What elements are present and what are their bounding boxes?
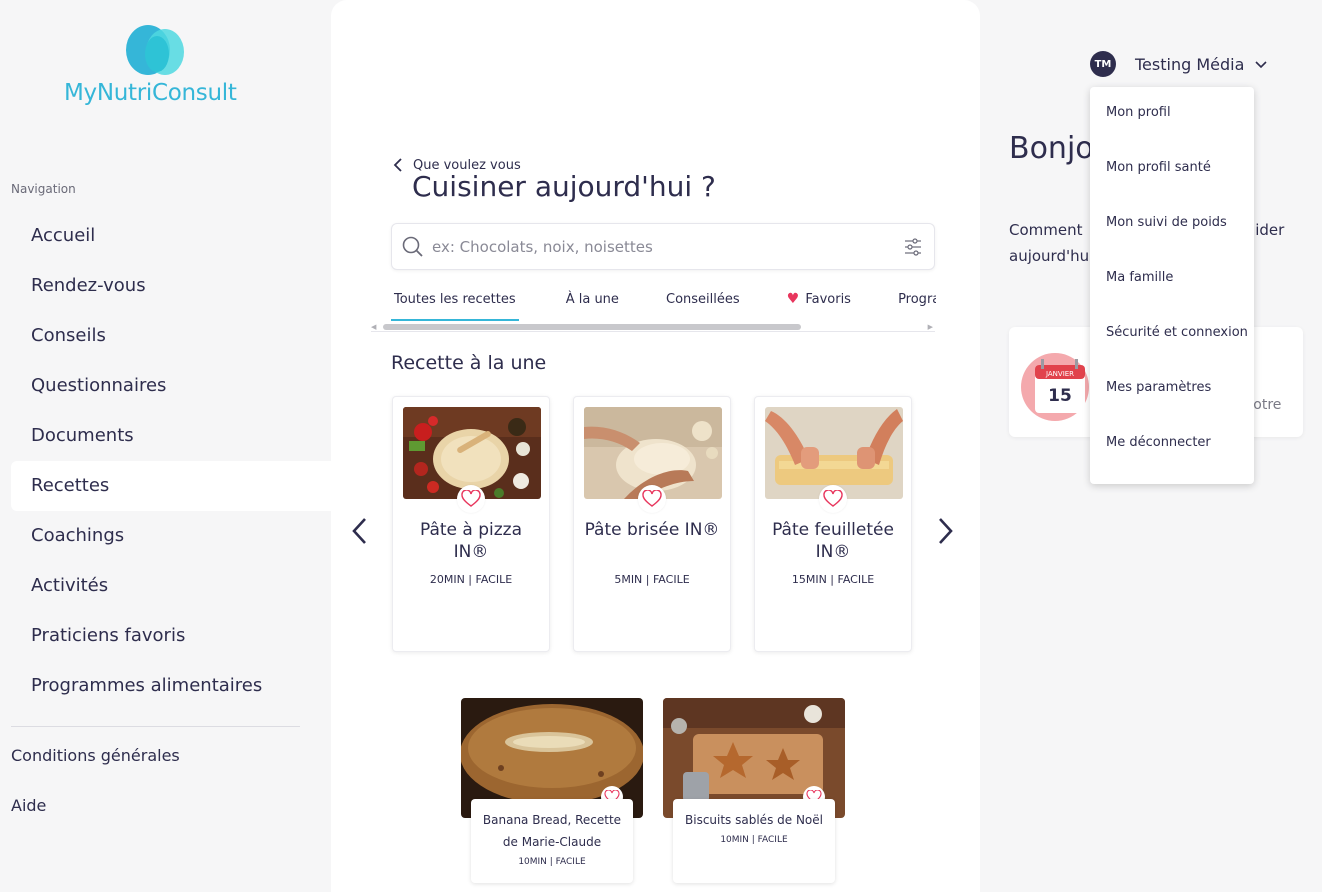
nav-heading: Navigation [11,182,76,196]
sidebar-item-rendez-vous[interactable]: Rendez-vous [11,261,331,311]
scroll-right-icon[interactable]: ▶ [928,323,933,331]
recipe-meta: 15MIN | FACILE [791,573,875,586]
tab-a-la-une[interactable]: À la une [566,285,619,321]
help-text-line1: Comment [1009,221,1083,239]
nav-divider [11,726,300,727]
greeting: Bonjour Média [1009,133,1099,165]
recipe-meta: 10MIN | FACILE [720,835,788,845]
sidebar-item-programmes-alimentaires[interactable]: Programmes alimentaires [11,661,331,711]
help-text: Comment aujourd'hui [1009,217,1093,269]
page-title: Cuisiner aujourd'hui ? [412,170,716,203]
sidebar-item-activites[interactable]: Activités [11,561,331,611]
sidebar-item-questionnaires[interactable]: Questionnaires [11,361,331,411]
tabs-scrollbar[interactable]: ◀ ▶ [371,322,935,332]
recipe-meta: 5MIN | FACILE [614,573,690,586]
user-name: Testing Média [1135,54,1245,74]
menu-item-me-deconnecter[interactable]: Me déconnecter [1090,417,1254,472]
scroll-left-icon[interactable]: ◀ [371,323,376,331]
right-panel: Bonjour Média Comment aujourd'hui aider … [980,0,1322,892]
menu-item-mon-profil[interactable]: Mon profil [1090,87,1254,142]
menu-item-mon-profil-sante[interactable]: Mon profil santé [1090,142,1254,197]
nav-list: Accueil Rendez-vous Conseils Questionnai… [11,211,331,711]
search-box [391,223,935,270]
recipe-name: Biscuits sablés de Noël [685,813,823,827]
recipe-name: Pâte feuilletée IN® [772,520,894,562]
menu-item-mon-suivi-de-poids[interactable]: Mon suivi de poids [1090,197,1254,252]
avatar: TM [1090,51,1116,77]
recipe-card[interactable]: Biscuits sablés de Noël 10MIN | FACILE [663,698,845,892]
sidebar-item-praticiens-favoris[interactable]: Praticiens favoris [11,611,331,661]
sidebar-item-conditions-generales[interactable]: Conditions générales [11,731,180,781]
recipe-name: Pâte brisée IN® [584,520,720,540]
chevron-down-icon [1255,61,1267,69]
recipe-card[interactable]: Pâte feuilletée IN® 15MIN | FACILE [754,396,912,652]
help-text-line2: aujourd'hui [1009,247,1094,265]
logo-mark-icon [126,25,184,75]
tab-programmes[interactable]: Programmes [898,285,936,321]
calendar-icon: JANVIER 15 [1021,353,1089,421]
featured-section-title: Recette à la une [391,352,547,374]
sidebar-item-coachings[interactable]: Coachings [11,511,331,561]
sidebar-item-conseils[interactable]: Conseils [11,311,331,361]
nav-footer: Conditions générales Aide [11,731,180,831]
favorite-heart-icon[interactable] [638,485,666,513]
recipe-meta: 20MIN | FACILE [429,573,513,586]
chevron-left-icon[interactable] [391,154,407,176]
calendar-day: 15 [1048,386,1072,406]
tab-toutes-les-recettes[interactable]: Toutes les recettes [391,285,519,321]
main-panel: Que voulez vous Cuisiner aujourd'hui ? T… [331,0,980,892]
recipe-card[interactable]: Pâte brisée IN® 5MIN | FACILE [573,396,731,652]
recipe-name: Pâte à pizza IN® [419,520,523,562]
recipe-meta: 10MIN | FACILE [518,857,586,867]
search-icon [402,236,423,257]
user-menu-button[interactable]: TM Testing Média [1090,50,1268,78]
sidebar-item-documents[interactable]: Documents [11,411,331,461]
tab-favoris-label: Favoris [805,292,851,307]
recipe-name: Banana Bread, Recette de Marie-Claude [482,813,622,849]
recipe-tabs: Toutes les recettes À la une Conseillées… [391,284,936,322]
menu-item-securite-et-connexion[interactable]: Sécurité et connexion [1090,307,1254,362]
tab-favoris[interactable]: ♥ Favoris [787,284,851,320]
favorite-heart-icon[interactable] [819,485,847,513]
favorite-heart-icon[interactable] [457,485,485,513]
scroll-thumb[interactable] [383,324,801,330]
recipe-card[interactable]: Pâte à pizza IN® 20MIN | FACILE [392,396,550,652]
carousel-next-icon[interactable] [933,515,957,547]
sidebar-item-aide[interactable]: Aide [11,781,180,831]
carousel-prev-icon[interactable] [348,515,372,547]
filter-icon[interactable] [902,236,924,258]
sidebar-item-accueil[interactable]: Accueil [11,211,331,261]
heart-icon: ♥ [786,291,800,307]
recipe-card[interactable]: Banana Bread, Recette de Marie-Claude 10… [461,698,643,892]
recipe-info: Biscuits sablés de Noël 10MIN | FACILE [673,799,835,883]
search-input[interactable] [432,234,892,260]
user-dropdown-menu: Mon profil Mon profil santé Mon suivi de… [1090,87,1254,484]
logo-text: MyNutriConsult [64,80,237,106]
recipe-info: Banana Bread, Recette de Marie-Claude 10… [471,799,633,883]
menu-item-ma-famille[interactable]: Ma famille [1090,252,1254,307]
menu-item-mes-parametres[interactable]: Mes paramètres [1090,362,1254,417]
tab-conseillees[interactable]: Conseillées [666,285,740,321]
sidebar-item-recettes[interactable]: Recettes [11,461,331,511]
calendar-month: JANVIER [1045,370,1074,378]
sidebar: MyNutriConsult Navigation Accueil Rendez… [0,0,331,892]
logo[interactable]: MyNutriConsult [64,24,254,114]
